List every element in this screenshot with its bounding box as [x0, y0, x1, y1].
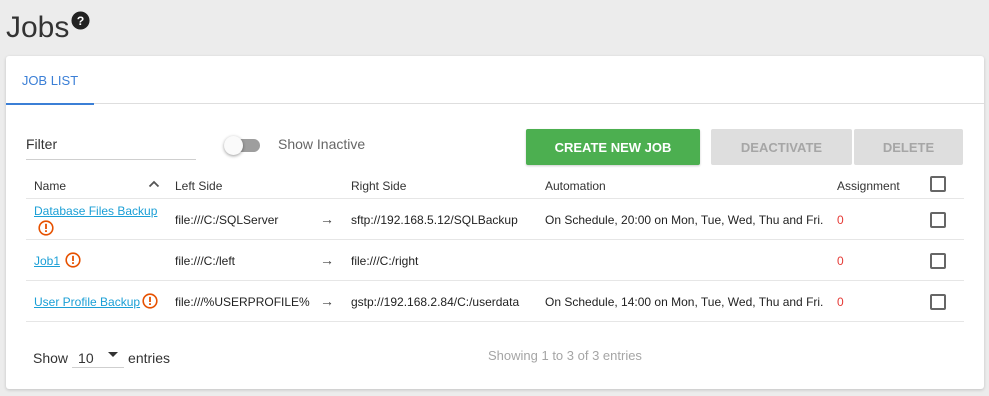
tab-bar: JOB LIST [6, 56, 984, 105]
page-length-control: Show 10 entries [33, 348, 170, 368]
jobs-table: Name Left Side Right Side Automation Ass… [26, 172, 964, 322]
arrow-right-icon: → [320, 211, 334, 227]
page-header: Jobs ? [6, 6, 90, 50]
show-inactive-label: Show Inactive [278, 136, 366, 152]
column-header-right-side: Right Side [351, 179, 407, 193]
job-name-link[interactable]: Database Files Backup [34, 204, 157, 218]
job-name-link[interactable]: User Profile Backup [34, 295, 140, 309]
column-header-left-side: Left Side [175, 179, 223, 193]
arrow-right-icon: → [320, 252, 334, 268]
row-checkbox[interactable] [930, 212, 946, 228]
tab-job-list[interactable]: JOB LIST [6, 56, 94, 105]
right-side-path: gstp://192.168.2.84/C:/userdata [351, 295, 520, 309]
deactivate-button[interactable]: DEACTIVATE [711, 129, 852, 165]
help-circle-icon[interactable]: ? [71, 11, 90, 30]
right-side-path: sftp://192.168.5.12/SQLBackup [351, 213, 518, 227]
svg-text:?: ? [77, 14, 85, 28]
automation-text: On Schedule, 14:00 on Mon, Tue, Wed, Thu… [545, 295, 824, 309]
sort-ascending-icon[interactable] [148, 178, 160, 190]
create-new-job-button[interactable]: CREATE NEW JOB [526, 129, 700, 165]
assignment-count[interactable]: 0 [837, 295, 844, 309]
warning-icon [65, 252, 81, 268]
tab-label: JOB LIST [21, 72, 79, 88]
delete-button[interactable]: DELETE [854, 129, 963, 165]
table-row: Job1 file:///C:/left → file:///C:/right … [26, 240, 964, 281]
assignment-count[interactable]: 0 [837, 254, 844, 268]
arrow-right-icon: → [320, 293, 334, 309]
right-side-path: file:///C:/right [351, 254, 419, 268]
column-header-assignment: Assignment [837, 179, 900, 193]
page-title: Jobs [6, 11, 70, 44]
table-row: User Profile Backup file:///%USERPROFILE… [26, 281, 964, 322]
page-size-select[interactable]: 10 [72, 348, 125, 368]
entries-label: entries [128, 350, 171, 366]
active-tab-indicator [6, 103, 94, 105]
left-side-path: file:///C:/left [175, 254, 236, 268]
table-header-row: Name Left Side Right Side Automation Ass… [26, 172, 964, 199]
filter-label: Filter [26, 136, 58, 152]
show-inactive-toggle[interactable] [224, 136, 260, 155]
automation-text: On Schedule, 20:00 on Mon, Tue, Wed, Thu… [545, 213, 824, 227]
select-all-checkbox[interactable] [930, 176, 946, 192]
warning-icon [142, 293, 158, 309]
job-list-card: JOB LIST Filter Show Inactive CREATE NEW… [6, 56, 984, 389]
row-checkbox[interactable] [930, 253, 946, 269]
left-side-path: file:///%USERPROFILE% [175, 295, 310, 309]
warning-icon [38, 220, 54, 236]
show-label: Show [33, 350, 69, 366]
row-checkbox[interactable] [930, 294, 946, 310]
column-header-automation: Automation [545, 179, 606, 193]
dropdown-caret-icon [108, 352, 119, 357]
page-size-value: 10 [78, 350, 94, 366]
toggle-knob [224, 136, 243, 155]
table-info-text: Showing 1 to 3 of 3 entries [488, 348, 642, 363]
table-row: Database Files Backup file:///C:/SQLServ… [26, 199, 964, 240]
left-side-path: file:///C:/SQLServer [175, 213, 279, 227]
job-name-link[interactable]: Job1 [34, 254, 60, 268]
column-header-name[interactable]: Name [34, 179, 66, 193]
assignment-count[interactable]: 0 [837, 213, 844, 227]
